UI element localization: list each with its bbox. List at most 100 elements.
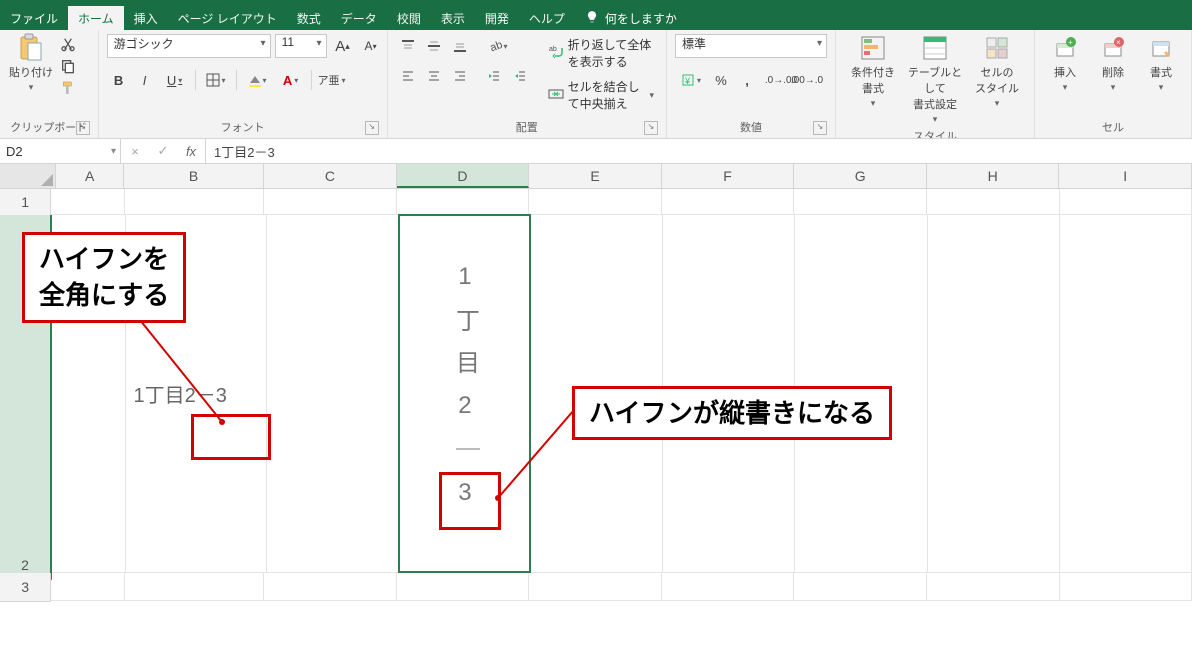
- ribbon: 貼り付け ▾ クリップボード↘ 游ゴシック 11 A▴ A▾ B I U: [0, 30, 1192, 139]
- copy-icon[interactable]: [60, 58, 78, 76]
- col-header-C[interactable]: C: [264, 164, 397, 188]
- format-as-table-button[interactable]: テーブルとして 書式設定▾: [906, 34, 964, 125]
- format-painter-icon[interactable]: [60, 80, 78, 98]
- col-header-F[interactable]: F: [662, 164, 795, 188]
- increase-decimal-button[interactable]: .0→.00: [769, 68, 793, 92]
- tab-data[interactable]: データ: [331, 6, 387, 30]
- font-dialog-launcher[interactable]: ↘: [365, 121, 379, 135]
- increase-indent-icon[interactable]: [508, 64, 532, 88]
- cell-G1[interactable]: [794, 189, 927, 215]
- tab-help[interactable]: ヘルプ: [519, 6, 575, 30]
- percent-button[interactable]: %: [709, 68, 733, 92]
- delete-cells-label: 削除: [1102, 64, 1124, 80]
- cell-H3[interactable]: [927, 573, 1060, 601]
- col-header-A[interactable]: A: [56, 164, 124, 188]
- cut-icon[interactable]: [60, 36, 78, 54]
- bold-button[interactable]: B: [107, 68, 131, 92]
- col-header-D[interactable]: D: [397, 164, 530, 188]
- cell-E1[interactable]: [529, 189, 662, 215]
- conditional-format-label: 条件付き 書式: [851, 64, 895, 96]
- align-center-icon[interactable]: [422, 64, 446, 88]
- cell-F3[interactable]: [662, 573, 795, 601]
- accounting-format-button[interactable]: ¥: [675, 68, 707, 92]
- cell-C3[interactable]: [264, 573, 397, 601]
- align-middle-icon[interactable]: [422, 34, 446, 58]
- cell-E3[interactable]: [529, 573, 662, 601]
- number-dialog-launcher[interactable]: ↘: [813, 121, 827, 135]
- cell-B1[interactable]: [125, 189, 264, 215]
- name-box[interactable]: D2: [0, 139, 121, 163]
- svg-text:+: +: [1068, 38, 1073, 47]
- border-button[interactable]: [200, 68, 232, 92]
- phonetic-button[interactable]: ア亜: [316, 68, 348, 92]
- alignment-dialog-launcher[interactable]: ↘: [644, 121, 658, 135]
- align-bottom-icon[interactable]: [448, 34, 472, 58]
- formula-bar: D2 × ✓ fx 1丁目2－3: [0, 139, 1192, 164]
- cell-D3[interactable]: [397, 573, 530, 601]
- font-color-button[interactable]: A: [275, 68, 307, 92]
- merge-center-button[interactable]: セルを結合して中央揃え ▾: [544, 76, 658, 114]
- format-cells-icon: [1149, 34, 1173, 62]
- svg-text:ab: ab: [488, 39, 501, 53]
- decrease-font-icon[interactable]: A▾: [359, 34, 383, 58]
- cell-D1[interactable]: [397, 189, 530, 215]
- insert-function-icon[interactable]: fx: [177, 144, 205, 159]
- align-top-icon[interactable]: [396, 34, 420, 58]
- paste-button[interactable]: 貼り付け ▾: [8, 34, 54, 93]
- comma-button[interactable]: ,: [735, 68, 759, 92]
- confirm-edit-icon[interactable]: ✓: [149, 143, 177, 159]
- align-left-icon[interactable]: [396, 64, 420, 88]
- row-header-3[interactable]: 3: [0, 573, 51, 602]
- tab-home[interactable]: ホーム: [68, 6, 124, 30]
- increase-font-icon[interactable]: A▴: [331, 34, 355, 58]
- cell-I3[interactable]: [1060, 573, 1192, 601]
- underline-button[interactable]: U: [159, 68, 191, 92]
- cell-C2[interactable]: [267, 215, 399, 573]
- cell-D2[interactable]: 1丁目2｜3: [399, 215, 531, 573]
- orientation-button[interactable]: ab: [482, 34, 514, 58]
- tab-review[interactable]: 校閲: [387, 6, 431, 30]
- cell-C1[interactable]: [264, 189, 397, 215]
- cell-I2[interactable]: [1060, 215, 1192, 573]
- cancel-edit-icon[interactable]: ×: [121, 144, 149, 159]
- font-name-select[interactable]: 游ゴシック: [107, 34, 271, 58]
- select-all-corner[interactable]: [0, 164, 56, 188]
- format-cells-button[interactable]: 書式▾: [1139, 34, 1183, 93]
- wrap-text-button[interactable]: ab 折り返して全体を表示する: [544, 34, 658, 72]
- col-header-H[interactable]: H: [927, 164, 1060, 188]
- italic-button[interactable]: I: [133, 68, 157, 92]
- insert-cells-button[interactable]: + 挿入▾: [1043, 34, 1087, 93]
- col-header-E[interactable]: E: [529, 164, 662, 188]
- align-right-icon[interactable]: [448, 64, 472, 88]
- font-size-select[interactable]: 11: [275, 34, 327, 58]
- cell-H2[interactable]: [928, 215, 1060, 573]
- decrease-decimal-button[interactable]: .00→.0: [795, 68, 819, 92]
- number-format-select[interactable]: 標準: [675, 34, 827, 58]
- cell-A3[interactable]: [51, 573, 125, 601]
- alignment-group-label: 配置: [516, 122, 538, 134]
- tab-formulas[interactable]: 数式: [287, 6, 331, 30]
- tab-page-layout[interactable]: ページ レイアウト: [168, 6, 287, 30]
- delete-cells-button[interactable]: × 削除▾: [1091, 34, 1135, 93]
- cell-H1[interactable]: [927, 189, 1060, 215]
- tab-file[interactable]: ファイル: [0, 6, 68, 30]
- col-header-I[interactable]: I: [1059, 164, 1192, 188]
- cell-G3[interactable]: [794, 573, 927, 601]
- formula-input[interactable]: 1丁目2－3: [206, 139, 1192, 163]
- cell-styles-button[interactable]: セルの スタイル▾: [968, 34, 1026, 109]
- col-header-B[interactable]: B: [124, 164, 264, 188]
- cell-A1[interactable]: [51, 189, 125, 215]
- cell-I1[interactable]: [1060, 189, 1192, 215]
- clipboard-dialog-launcher[interactable]: ↘: [76, 121, 90, 135]
- tab-view[interactable]: 表示: [431, 6, 475, 30]
- tab-insert[interactable]: 挿入: [124, 6, 168, 30]
- fill-color-button[interactable]: [241, 68, 273, 92]
- conditional-format-button[interactable]: 条件付き 書式▾: [844, 34, 902, 109]
- cell-B3[interactable]: [125, 573, 264, 601]
- row-header-1[interactable]: 1: [0, 189, 51, 216]
- tab-developer[interactable]: 開発: [475, 6, 519, 30]
- decrease-indent-icon[interactable]: [482, 64, 506, 88]
- cell-F1[interactable]: [662, 189, 795, 215]
- col-header-G[interactable]: G: [794, 164, 927, 188]
- tell-me[interactable]: 何をしますか: [575, 6, 687, 30]
